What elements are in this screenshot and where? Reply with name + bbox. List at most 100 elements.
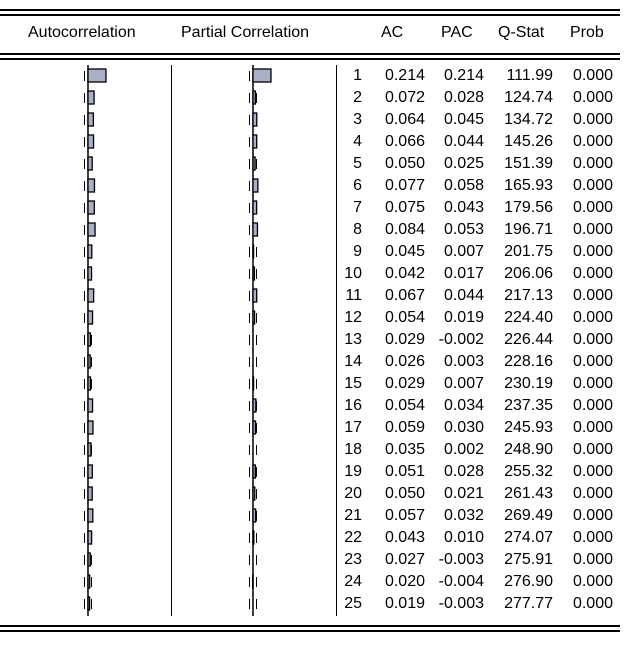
- lag-cell: 15: [344, 375, 362, 392]
- ac-cell: 0.054: [384, 397, 425, 414]
- lag-cell: 16: [344, 397, 362, 414]
- pac-cell: 0.028: [443, 463, 484, 480]
- lag-cell: 7: [353, 199, 362, 216]
- prob-cell: 0.000: [572, 155, 613, 172]
- ac-cell: 0.026: [384, 353, 425, 370]
- pac-bar: [252, 486, 256, 501]
- prob-cell: 0.000: [572, 309, 613, 326]
- ac-cell: 0.051: [384, 463, 425, 480]
- lag-cell: 12: [344, 309, 362, 326]
- ac-bar: [87, 200, 95, 215]
- pac-cell: -0.003: [438, 551, 484, 568]
- pac-cell: 0.034: [443, 397, 484, 414]
- prob-cell: 0.000: [572, 353, 613, 370]
- ac-cell: 0.050: [384, 155, 425, 172]
- ac-cell: 0.075: [384, 199, 425, 216]
- ac-bar: [87, 134, 95, 149]
- ac-bar: [87, 266, 93, 281]
- prob-cell: 0.000: [572, 89, 613, 106]
- qstat-cell: 228.16: [504, 353, 553, 370]
- ac-cell: 0.064: [384, 111, 425, 128]
- pac-cell: 0.021: [443, 485, 484, 502]
- pac-cell: 0.044: [443, 133, 484, 150]
- prob-cell: 0.000: [572, 485, 613, 502]
- lag-cell: 19: [344, 463, 362, 480]
- lag-cell: 18: [344, 441, 362, 458]
- qstat-cell: 269.49: [504, 507, 553, 524]
- lag-cell: 17: [344, 419, 362, 436]
- qstat-cell: 165.93: [504, 177, 553, 194]
- qstat-cell: 226.44: [504, 331, 553, 348]
- ac-cell: 0.054: [384, 309, 425, 326]
- prob-cell: 0.000: [572, 199, 613, 216]
- ac-bar: [87, 222, 96, 237]
- qstat-cell: 276.90: [504, 573, 553, 590]
- ac-cell: 0.045: [384, 243, 425, 260]
- pac-cell: 0.025: [443, 155, 484, 172]
- lag-cell: 24: [344, 573, 362, 590]
- ac-cell: 0.027: [384, 551, 425, 568]
- qstat-cell: 134.72: [504, 111, 553, 128]
- pac-cell: 0.044: [443, 287, 484, 304]
- ac-bar: [87, 420, 94, 435]
- prob-cell: 0.000: [572, 133, 613, 150]
- lag-cell: 22: [344, 529, 362, 546]
- prob-cell: 0.000: [572, 397, 613, 414]
- pac-cell: 0.045: [443, 111, 484, 128]
- qstat-cell: 201.75: [504, 243, 553, 260]
- lag-cell: 2: [353, 89, 362, 106]
- qstat-cell: 255.32: [504, 463, 553, 480]
- qstat-cell: 145.26: [504, 133, 553, 150]
- prob-cell: 0.000: [572, 419, 613, 436]
- lag-cell: 9: [353, 243, 362, 260]
- lag-cell: 3: [353, 111, 362, 128]
- prob-cell: 0.000: [572, 573, 613, 590]
- pac-bar: [252, 464, 257, 479]
- ac-bar: [87, 112, 95, 127]
- ac-cell: 0.042: [384, 265, 425, 282]
- ac-bar: [87, 574, 91, 589]
- prob-cell: 0.000: [572, 595, 613, 612]
- ac-cell: 0.029: [384, 331, 425, 348]
- ac-bar: [87, 244, 93, 259]
- pac-cell: 0.017: [443, 265, 484, 282]
- lag-cell: 13: [344, 331, 362, 348]
- pac-cell: -0.004: [438, 573, 484, 590]
- lag-cell: 8: [353, 221, 362, 238]
- ac-cell: 0.084: [384, 221, 425, 238]
- ac-bar: [87, 442, 92, 457]
- pac-bar: [252, 156, 256, 171]
- qstat-cell: 248.90: [504, 441, 553, 458]
- pac-bar: [252, 398, 257, 413]
- prob-cell: 0.000: [572, 529, 613, 546]
- ac-cell: 0.077: [384, 177, 425, 194]
- prob-cell: 0.000: [572, 177, 613, 194]
- prob-cell: 0.000: [572, 331, 613, 348]
- pac-bar: [252, 222, 259, 237]
- qstat-cell: 224.40: [504, 309, 553, 326]
- pac-cell: 0.214: [443, 67, 484, 84]
- pac-cell: 0.007: [443, 243, 484, 260]
- pac-bar: [252, 288, 258, 303]
- ac-cell: 0.043: [384, 529, 425, 546]
- pac-bar: [252, 134, 258, 149]
- pac-bar: [252, 420, 257, 435]
- lag-cell: 6: [353, 177, 362, 194]
- ac-cell: 0.035: [384, 441, 425, 458]
- qstat-cell: 245.93: [504, 419, 553, 436]
- pac-bar: [252, 200, 258, 215]
- lag-cell: 21: [344, 507, 362, 524]
- pac-bar: [252, 310, 256, 325]
- lag-cell: 11: [345, 287, 362, 304]
- prob-cell: 0.000: [572, 507, 613, 524]
- prob-cell: 0.000: [572, 243, 613, 260]
- ac-bar: [87, 376, 92, 391]
- qstat-cell: 275.91: [504, 551, 553, 568]
- ac-bar: [87, 68, 107, 83]
- lag-cell: 1: [353, 67, 362, 84]
- prob-cell: 0.000: [572, 221, 613, 238]
- qstat-cell: 237.35: [504, 397, 553, 414]
- ac-bar: [87, 288, 95, 303]
- ac-cell: 0.067: [384, 287, 425, 304]
- pac-cell: 0.032: [443, 507, 484, 524]
